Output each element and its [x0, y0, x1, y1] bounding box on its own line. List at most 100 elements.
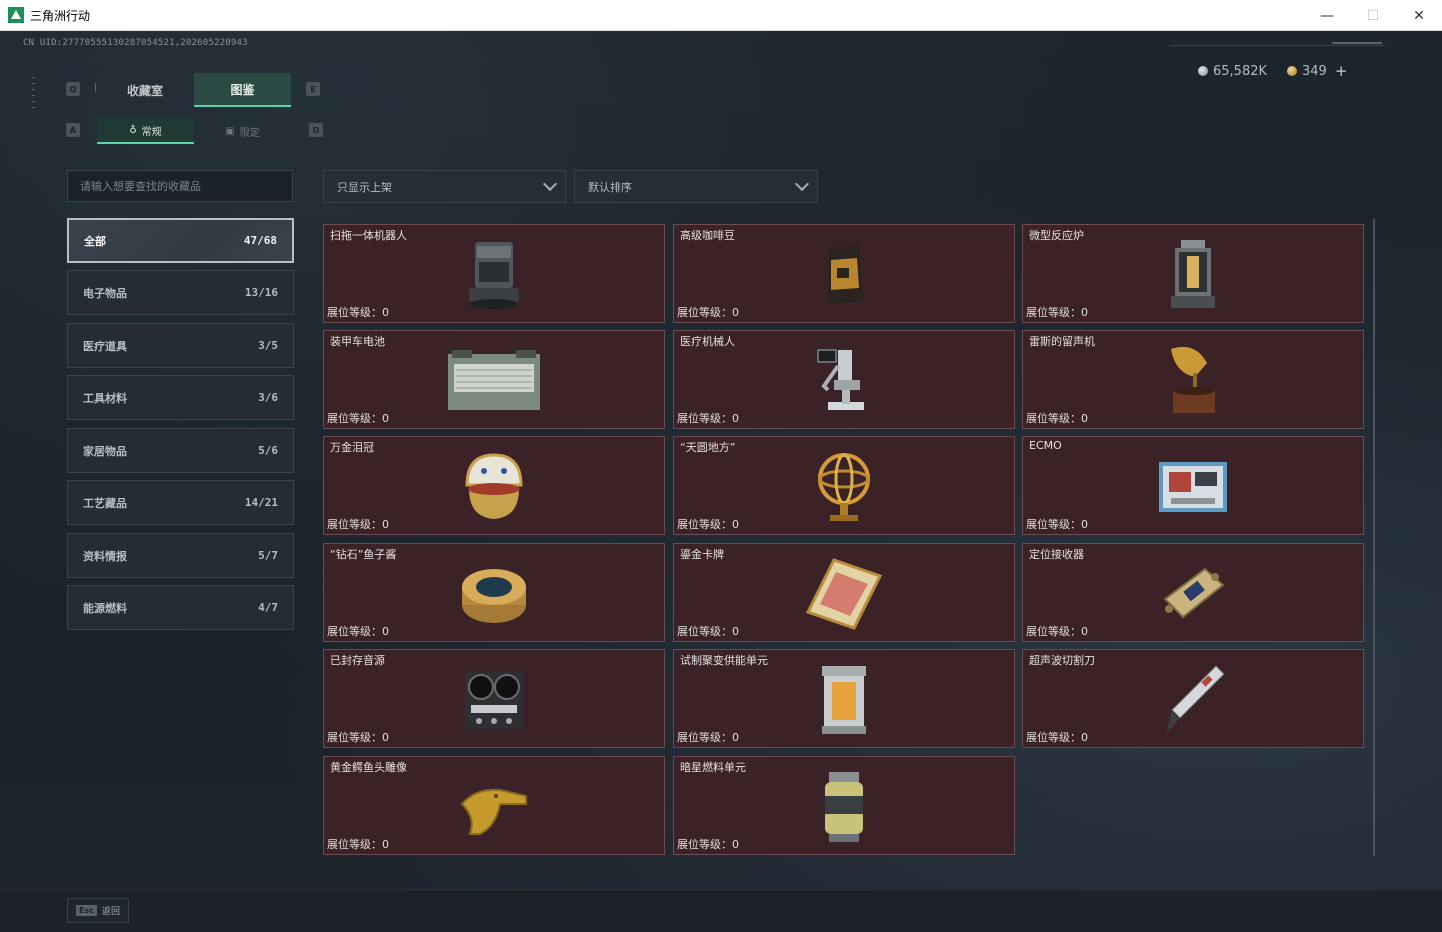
grid-scrollbar[interactable]	[1373, 219, 1375, 856]
item-level: 展位等级：0	[327, 412, 389, 425]
collection-card[interactable]: 万金泪冠 展位等级：0	[323, 436, 665, 535]
category-label: 家居物品	[83, 444, 127, 458]
collection-card[interactable]: 高级咖啡豆 展位等级：0	[673, 224, 1015, 323]
receiver-icon	[1143, 554, 1243, 634]
ultrasonic-knife-icon	[1143, 660, 1243, 740]
category-item[interactable]: 能源燃料 4/7	[67, 585, 294, 630]
collection-card[interactable]: 暗星燃料单元 展位等级：0	[673, 756, 1015, 855]
tab-collection-room[interactable]: 收藏室	[97, 73, 193, 107]
category-count: 5/7	[258, 549, 278, 562]
jeweled-egg-icon	[444, 447, 544, 527]
category-item[interactable]: 家居物品 5/6	[67, 428, 294, 473]
subtab-regular-label: 常规	[141, 126, 162, 138]
add-currency-button[interactable]: +	[1335, 62, 1348, 80]
maximize-button[interactable]: ☐	[1350, 0, 1396, 31]
item-level: 展位等级：0	[677, 838, 739, 851]
category-count: 14/21	[244, 496, 278, 509]
chevron-down-icon	[794, 176, 810, 192]
ecmo-machine-icon	[1143, 447, 1243, 527]
tab-catalog[interactable]: 图鉴	[194, 73, 291, 107]
armillary-sphere-icon	[794, 447, 894, 527]
item-level: 展位等级：0	[327, 731, 389, 744]
gold-card-icon	[794, 554, 894, 634]
item-level: 展位等级：0	[677, 731, 739, 744]
category-label: 医疗道具	[83, 339, 127, 353]
collection-card[interactable]: 已封存音源展位等级：0	[323, 649, 665, 748]
category-item[interactable]: 全部 47/68	[67, 218, 294, 263]
item-level: 展位等级：0	[1026, 625, 1088, 638]
item-name: “钻石”鱼子酱	[330, 548, 397, 561]
subtab-limited[interactable]: ▣ 限定	[194, 118, 291, 144]
collection-card[interactable]: 扫拖一体机器人 展位等级：0	[323, 224, 665, 323]
item-level: 展位等级：0	[327, 518, 389, 531]
minimize-button[interactable]: —	[1304, 0, 1350, 31]
search-input[interactable]: 请输入想要查找的收藏品	[67, 170, 293, 202]
category-item[interactable]: 电子物品 13/16	[67, 270, 294, 315]
collection-card[interactable]: “钻石”鱼子酱 展位等级：0	[323, 543, 665, 642]
sort-label: 默认排序	[588, 180, 632, 194]
subtab-regular[interactable]: ♁ 常规	[97, 118, 194, 144]
bottom-bar	[0, 889, 1442, 932]
collection-card[interactable]: 黄金鳄鱼头雕像 展位等级：0	[323, 756, 665, 855]
sort-dropdown[interactable]: 默认排序	[574, 170, 818, 203]
limited-icon: ▣	[225, 125, 235, 137]
category-item[interactable]: 工艺藏品 14/21	[67, 480, 294, 525]
collection-card[interactable]: 微型反应炉 展位等级：0	[1022, 224, 1364, 323]
caviar-tin-icon	[444, 554, 544, 634]
gold-amount: 349	[1302, 63, 1327, 79]
collection-card[interactable]: 装甲车电池展位等级：0	[323, 330, 665, 429]
category-label: 能源燃料	[83, 601, 127, 615]
top-divider-accent	[1332, 42, 1382, 44]
item-name: 鎏金卡牌	[680, 548, 724, 561]
collection-card[interactable]: 定位接收器展位等级：0	[1022, 543, 1364, 642]
key-hint-d: D	[309, 123, 323, 137]
item-name: 装甲车电池	[330, 335, 385, 348]
close-button[interactable]: ✕	[1396, 0, 1442, 31]
item-name: “天圆地方”	[680, 441, 736, 454]
gold-coin-icon	[1287, 66, 1298, 76]
collection-card[interactable]: 鎏金卡牌展位等级：0	[673, 543, 1015, 642]
category-label: 工具材料	[83, 391, 127, 405]
collection-card[interactable]: ECMO 展位等级：0	[1022, 436, 1364, 535]
item-level: 展位等级：0	[327, 306, 389, 319]
category-count: 13/16	[244, 286, 278, 299]
item-name: 已封存音源	[330, 654, 385, 667]
subtab-limited-label: 限定	[239, 127, 260, 139]
silver-amount: 65,582K	[1213, 63, 1268, 79]
category-item[interactable]: 工具材料 3/6	[67, 375, 294, 420]
category-item[interactable]: 资料情报 5/7	[67, 533, 294, 578]
item-name: 微型反应炉	[1029, 229, 1084, 242]
regular-icon: ♁	[129, 124, 137, 136]
shelf-filter-dropdown[interactable]: 只显示上架	[323, 170, 566, 203]
gramophone-icon	[1143, 341, 1243, 421]
item-level: 展位等级：0	[677, 412, 739, 425]
fusion-cell-icon	[794, 660, 894, 740]
category-item[interactable]: 医疗道具 3/5	[67, 323, 294, 368]
battery-icon	[444, 341, 544, 421]
item-level: 展位等级：0	[1026, 731, 1088, 744]
item-level: 展位等级：0	[677, 625, 739, 638]
collection-card[interactable]: “天圆地方” 展位等级：0	[673, 436, 1015, 535]
collection-card[interactable]: 超声波切割刀 展位等级：0	[1022, 649, 1364, 748]
item-name: 黄金鳄鱼头雕像	[330, 761, 407, 774]
item-name: 暗星燃料单元	[680, 761, 746, 774]
item-name: ECMO	[1029, 439, 1062, 452]
coffee-bag-icon	[794, 235, 894, 315]
collection-card[interactable]: 医疗机械人 展位等级：0	[673, 330, 1015, 429]
reactor-icon	[1143, 235, 1243, 315]
top-divider	[1170, 45, 1385, 46]
tape-recorder-icon	[444, 660, 544, 740]
silver-coin-icon	[1198, 66, 1208, 76]
collection-card[interactable]: 雷斯的留声机 展位等级：0	[1022, 330, 1364, 429]
item-name: 雷斯的留声机	[1029, 335, 1095, 348]
collection-card[interactable]: 试制聚变供能单元 展位等级：0	[673, 649, 1015, 748]
window-title: 三角洲行动	[30, 8, 91, 23]
back-button[interactable]: Esc 返回	[67, 898, 129, 923]
uid-label: CN UID:27770555130287054521,202605220943	[23, 38, 248, 48]
robot-vacuum-icon	[444, 235, 544, 315]
item-name: 试制聚变供能单元	[680, 654, 768, 667]
item-name: 定位接收器	[1029, 548, 1084, 561]
key-hint-a: A	[66, 123, 80, 137]
crocodile-statue-icon	[444, 767, 544, 847]
fuel-canister-icon	[794, 767, 894, 847]
